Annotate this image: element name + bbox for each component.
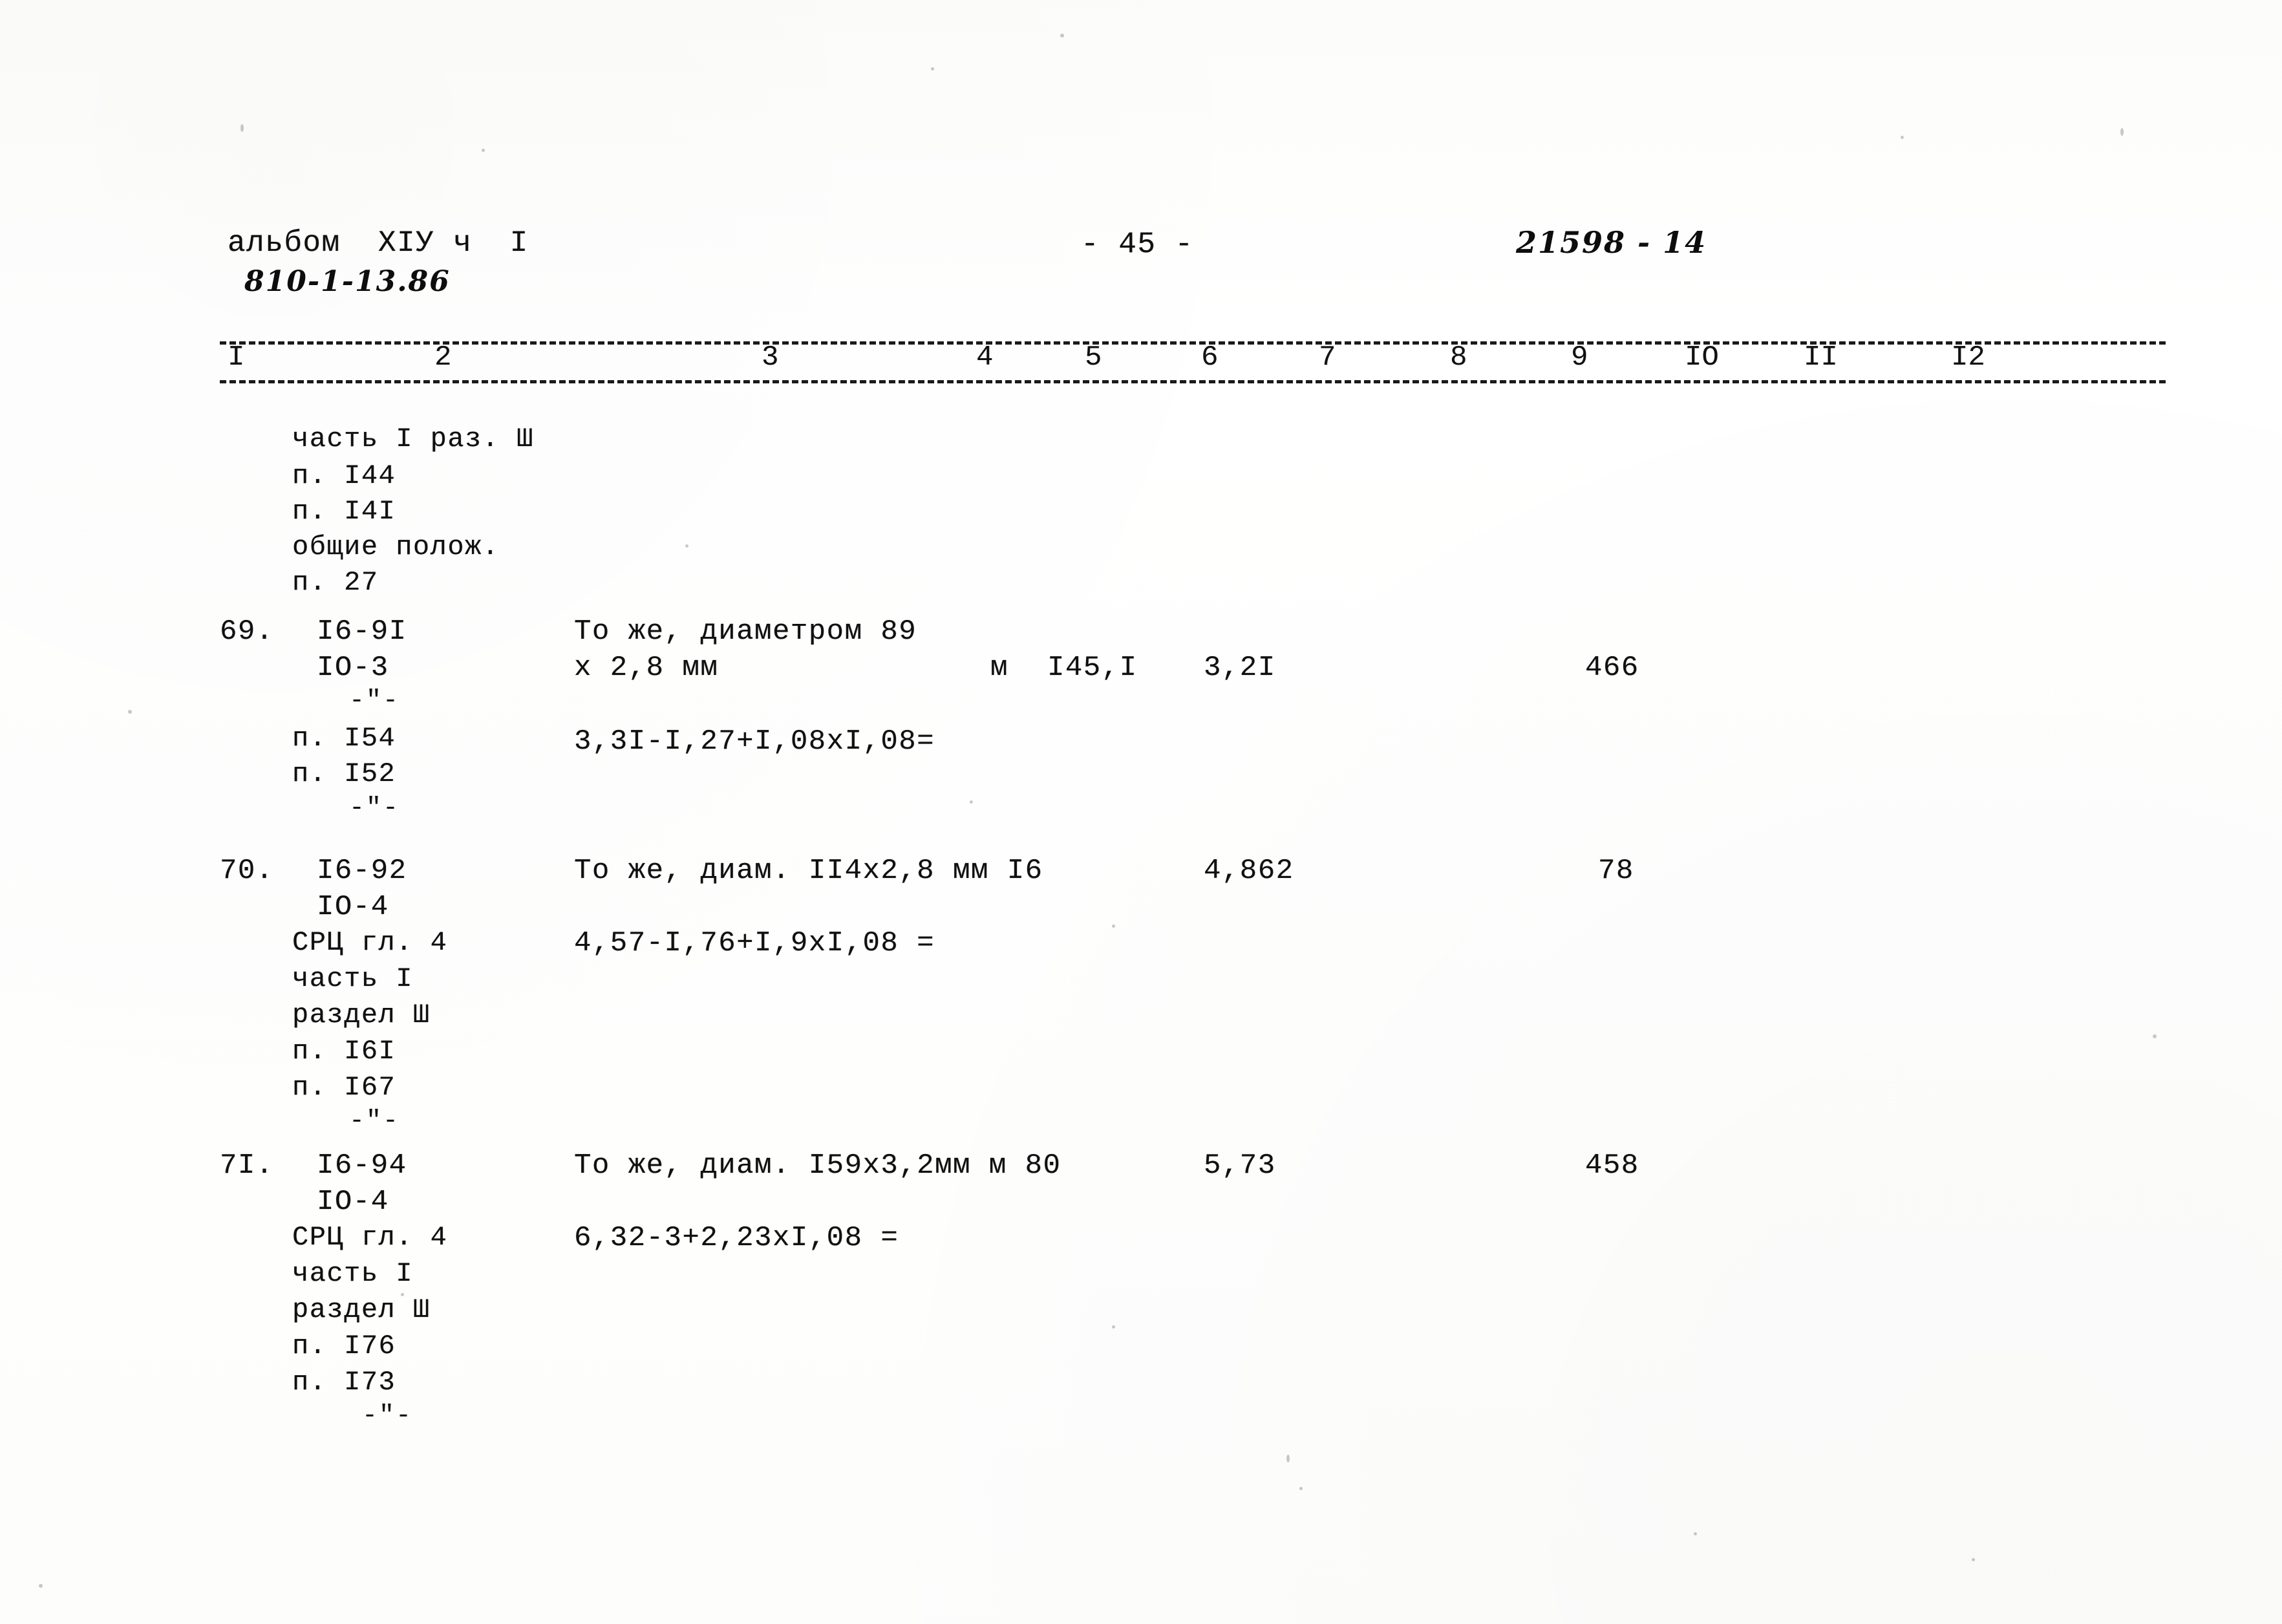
- row-70-code-1: I6-92: [317, 855, 407, 887]
- row-69-ref-1: п. I54: [292, 723, 396, 754]
- intro-line-4: общие полож.: [292, 531, 500, 562]
- intro-line-2: п. I44: [292, 460, 396, 491]
- row-69-unit-price: 3,2I: [1204, 652, 1276, 684]
- row-70-ditto: -"-: [349, 1107, 400, 1136]
- document-number-handwritten: 21598 - 14: [1516, 225, 1707, 260]
- page-number-marker: - 45 -: [1081, 228, 1194, 261]
- column-ruler-top-line: [220, 341, 2166, 345]
- scan-speck: [1694, 1532, 1697, 1535]
- row-70-ref-4: п. I6I: [292, 1036, 396, 1067]
- intro-line-1: часть I раз. Ш: [292, 423, 534, 454]
- row-70-description-line-1: То же, диам. II4x2,8 мм I6: [574, 855, 1043, 887]
- scan-speck: [401, 1293, 404, 1296]
- column-number-7: 7: [1319, 341, 1336, 374]
- scan-speck: [1112, 924, 1115, 928]
- row-71-ref-3: раздел Ш: [292, 1294, 431, 1325]
- column-number-11: II: [1804, 341, 1838, 374]
- column-ruler-bottom-line: [220, 380, 2166, 383]
- row-70-ref-2: часть I: [292, 963, 413, 994]
- row-71-number: 7I.: [220, 1149, 274, 1182]
- row-69-unit: м: [990, 652, 1008, 684]
- row-71-code-2: IO-4: [317, 1186, 389, 1218]
- column-number-10: IO: [1685, 341, 1719, 374]
- row-69-ref-2: п. I52: [292, 758, 396, 789]
- row-70-code-2: IO-4: [317, 891, 389, 923]
- column-number-1: I: [228, 341, 245, 374]
- row-71-ref-2: часть I: [292, 1258, 413, 1289]
- scan-speck: [1901, 136, 1904, 139]
- row-69-ditto-2: -"-: [349, 794, 400, 823]
- row-69-total: 466: [1585, 652, 1639, 684]
- scan-speck: [482, 149, 485, 152]
- scan-speck: [128, 710, 132, 714]
- row-71-ref-5: п. I73: [292, 1367, 396, 1398]
- scan-speck: [1972, 1558, 1975, 1561]
- row-70-number: 70.: [220, 855, 274, 887]
- row-71-formula: 6,32-3+2,23xI,08 =: [574, 1222, 899, 1254]
- scan-speck: [2120, 128, 2124, 136]
- row-69-ditto-1: -"-: [349, 687, 400, 716]
- column-number-6: 6: [1201, 341, 1219, 374]
- intro-line-3: п. I4I: [292, 496, 396, 527]
- row-69-number: 69.: [220, 615, 274, 648]
- scanned-page: альбом XIУ ч I 810-1-13.86 - 45 - 21598 …: [0, 0, 2282, 1624]
- scan-speck: [970, 800, 973, 804]
- row-71-unit-price: 5,73: [1204, 1149, 1276, 1182]
- row-70-total: 78: [1598, 855, 1634, 887]
- column-number-12: I2: [1951, 341, 1985, 374]
- intro-line-5: п. 27: [292, 567, 379, 598]
- column-number-2: 2: [434, 341, 452, 374]
- row-71-ref-1: СРЦ гл. 4: [292, 1222, 448, 1253]
- scan-speck: [931, 67, 934, 70]
- row-71-code-1: I6-94: [317, 1149, 407, 1182]
- column-number-5: 5: [1085, 341, 1102, 374]
- album-header: альбом XIУ ч I: [228, 226, 529, 260]
- scan-speck: [39, 1584, 43, 1588]
- row-69-description-line-1: То же, диаметром 89: [574, 615, 917, 648]
- row-71-ref-4: п. I76: [292, 1330, 396, 1362]
- row-69-description-line-2: x 2,8 мм: [574, 652, 719, 684]
- column-number-8: 8: [1450, 341, 1467, 374]
- scan-speck: [685, 544, 688, 548]
- scan-speck: [1060, 34, 1064, 37]
- row-70-ref-1: СРЦ гл. 4: [292, 927, 448, 958]
- row-70-ref-5: п. I67: [292, 1072, 396, 1103]
- row-71-description-line-1: То же, диам. I59x3,2мм м 80: [574, 1149, 1061, 1182]
- scan-speck: [2153, 1034, 2157, 1038]
- column-number-4: 4: [976, 341, 994, 374]
- column-number-3: 3: [762, 341, 779, 374]
- column-number-9: 9: [1571, 341, 1588, 374]
- row-69-code-1: I6-9I: [317, 615, 407, 648]
- row-69-formula: 3,3I-I,27+I,08xI,08=: [574, 725, 935, 758]
- scan-speck: [1299, 1487, 1303, 1490]
- scan-speck: [1286, 1455, 1290, 1462]
- scan-speck: [1112, 1325, 1115, 1329]
- scan-speck: [240, 124, 244, 132]
- row-69-code-2: IO-3: [317, 652, 389, 684]
- row-71-ditto: -"-: [362, 1402, 413, 1431]
- row-71-total: 458: [1585, 1149, 1639, 1182]
- row-70-unit-price: 4,862: [1204, 855, 1294, 887]
- album-code-handwritten: 810-1-13.86: [244, 265, 451, 298]
- row-70-formula: 4,57-I,76+I,9xI,08 =: [574, 927, 935, 959]
- row-69-quantity: I45,I: [1047, 652, 1138, 684]
- row-70-ref-3: раздел Ш: [292, 999, 431, 1031]
